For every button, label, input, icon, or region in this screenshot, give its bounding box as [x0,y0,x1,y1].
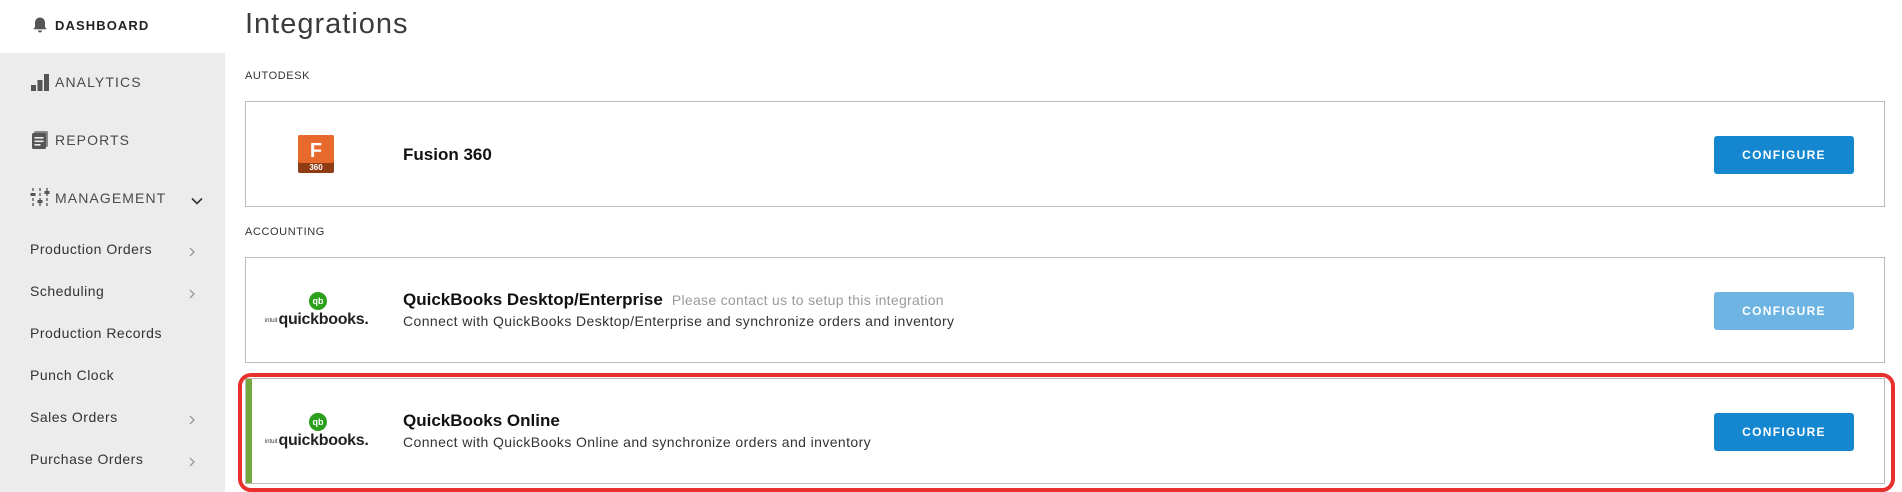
sidebar-item-label: Purchase Orders [30,451,144,467]
bar-chart-icon [29,71,51,93]
nav-dashboard-label: DASHBOARD [55,17,150,33]
intuit-small-text: intuit [264,317,278,324]
nav-reports-label: REPORTS [55,132,131,148]
sidebar-item-production-records[interactable]: Production Records [0,316,225,350]
quickbooks-logo: qb intuit quickbooks. [246,258,386,362]
quickbooks-logo: qb intuit quickbooks. [246,379,386,483]
sidebar-item-label: Punch Clock [30,367,115,383]
sidebar-item-label: Sales Orders [30,409,118,425]
integration-note: Please contact us to setup this integrat… [671,292,944,308]
integration-card-quickbooks-online: qb intuit quickbooks. QuickBooks Online … [245,378,1885,484]
sidebar-item-purchase-orders[interactable]: Purchase Orders [0,442,225,476]
fusion-logo-letter: F [310,140,322,162]
integration-title: Fusion 360 [403,145,492,164]
sidebar-item-production-orders[interactable]: Production Orders [0,232,225,266]
bell-icon [29,14,51,36]
main-content: Integrations AUTODESK F 360 Fusion 360 C… [225,0,1902,492]
configure-button-quickbooks-desktop[interactable]: CONFIGURE [1714,292,1854,330]
nav-analytics[interactable]: ANALYTICS [0,62,225,102]
nav-management[interactable]: MANAGEMENT [0,178,225,218]
fusion-360-logo: F 360 [246,102,386,206]
section-label-accounting: ACCOUNTING [245,226,325,238]
chevron-right-icon [189,286,195,304]
chevron-down-icon[interactable] [191,192,203,210]
fusion-logo-badge: 360 [309,163,323,172]
nav-reports[interactable]: REPORTS [0,120,225,160]
intuit-small-text: intuit [264,438,278,445]
nav-dashboard[interactable]: DASHBOARD [0,5,225,45]
configure-button-fusion-360[interactable]: CONFIGURE [1714,136,1854,174]
chevron-right-icon [189,412,195,430]
integration-card-quickbooks-desktop: qb intuit quickbooks. QuickBooks Desktop… [245,257,1885,363]
sidebar-item-scheduling[interactable]: Scheduling [0,274,225,308]
page-title: Integrations [245,8,409,40]
integration-title: QuickBooks Desktop/Enterprise [403,290,663,309]
configure-button-quickbooks-online[interactable]: CONFIGURE [1714,413,1854,451]
nav-management-label: MANAGEMENT [55,190,167,206]
integration-card-fusion-360: F 360 Fusion 360 CONFIGURE [245,101,1885,207]
chevron-right-icon [189,244,195,262]
section-label-autodesk: AUTODESK [245,70,311,82]
sidebar: DASHBOARD ANALYTICS REPORTS MANAGEMENT P… [0,0,225,492]
quickbooks-mark-icon: qb [309,412,327,431]
chevron-right-icon [189,454,195,472]
sidebar-item-label: Scheduling [30,283,105,299]
sidebar-item-punch-clock[interactable]: Punch Clock [0,358,225,392]
quickbooks-wordmark: quickbooks. [278,431,369,449]
integration-description: Connect with QuickBooks Desktop/Enterpri… [403,313,955,329]
quickbooks-mark-icon: qb [309,291,327,310]
sliders-icon [29,187,51,209]
sidebar-item-label: Production Orders [30,241,153,257]
document-stack-icon [29,129,51,151]
integration-description: Connect with QuickBooks Online and synch… [403,434,872,450]
sidebar-item-label: Production Records [30,325,162,341]
sidebar-item-sales-orders[interactable]: Sales Orders [0,400,225,434]
integration-title: QuickBooks Online [403,411,560,430]
nav-analytics-label: ANALYTICS [55,74,142,90]
quickbooks-wordmark: quickbooks. [278,310,369,328]
